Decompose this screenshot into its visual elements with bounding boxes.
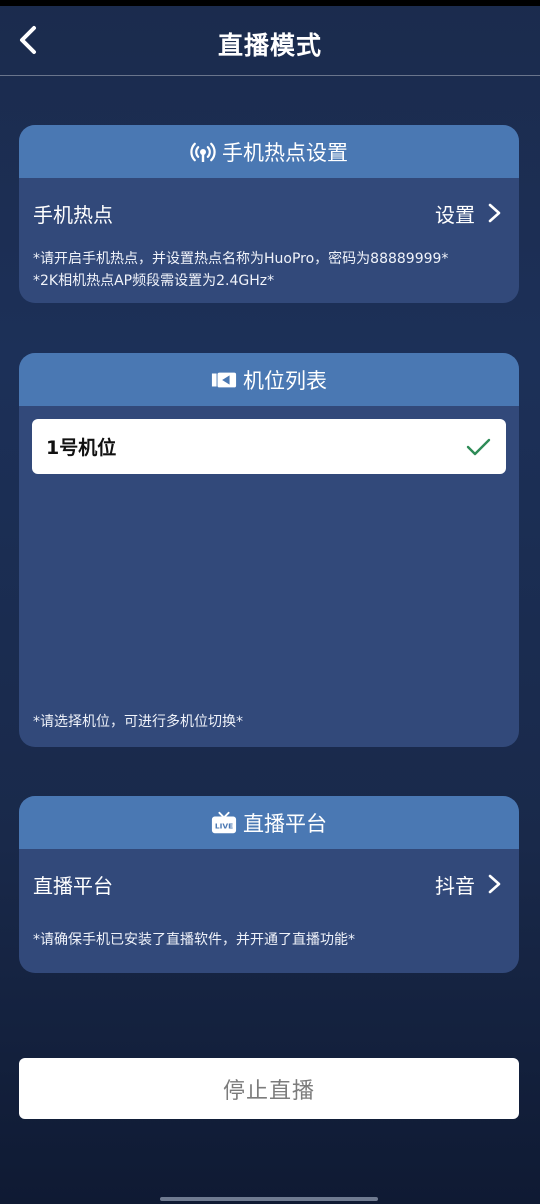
live-platform-card: LIVE 直播平台 直播平台 抖音 *请确保手机已安装了直播软件，并开通了直播功… xyxy=(19,796,519,973)
camera-item-label: 1号机位 xyxy=(46,437,117,459)
platform-value: 抖音 xyxy=(435,873,475,898)
wifi-hotspot-icon xyxy=(190,139,216,165)
platform-note: *请确保手机已安装了直播软件，并开通了直播功能* xyxy=(33,932,355,948)
live-icon-text: LIVE xyxy=(215,821,233,830)
home-indicator xyxy=(160,1197,378,1201)
hotspot-settings-button[interactable]: 设置 xyxy=(435,199,505,228)
platform-row-label: 直播平台 xyxy=(33,873,113,898)
camera-note: *请选择机位，可进行多机位切换* xyxy=(33,714,243,730)
camera-card-header: 机位列表 xyxy=(19,353,519,406)
checkmark-icon xyxy=(466,438,491,455)
camera-list-card: 机位列表 1号机位 *请选择机位，可进行多机位切换* xyxy=(19,353,519,747)
hotspot-settings-card: 手机热点设置 手机热点 设置 *请开启手机热点，并设置热点名称为HuoPro，密… xyxy=(19,125,519,303)
chevron-right-icon xyxy=(488,203,501,223)
page-title: 直播模式 xyxy=(217,31,322,60)
platform-card-header: LIVE 直播平台 xyxy=(19,796,519,849)
platform-select-button[interactable]: 抖音 xyxy=(435,870,505,899)
platform-card-title: 直播平台 xyxy=(243,811,327,836)
hotspot-note-line2: *2K相机热点AP频段需设置为2.4GHz* xyxy=(33,273,275,289)
platform-row[interactable]: 直播平台 抖音 xyxy=(19,849,519,919)
stop-live-button[interactable]: 停止直播 xyxy=(19,1058,519,1119)
video-camera-icon xyxy=(211,367,237,393)
hotspot-card-title: 手机热点设置 xyxy=(222,140,348,165)
chevron-right-icon xyxy=(488,874,501,894)
hotspot-note-line1: *请开启手机热点，并设置热点名称为HuoPro，密码为88889999* xyxy=(33,251,449,267)
hotspot-card-header: 手机热点设置 xyxy=(19,125,519,178)
camera-item-1[interactable]: 1号机位 xyxy=(32,419,506,474)
top-nav-bar: 直播模式 xyxy=(0,6,540,76)
hotspot-settings-label: 设置 xyxy=(435,202,475,227)
camera-card-title: 机位列表 xyxy=(243,368,327,393)
hotspot-row-label: 手机热点 xyxy=(33,202,113,227)
hotspot-note: *请开启手机热点，并设置热点名称为HuoPro，密码为88889999* *2K… xyxy=(19,248,519,292)
hotspot-row[interactable]: 手机热点 设置 xyxy=(19,178,519,248)
live-tv-icon: LIVE xyxy=(211,810,237,836)
